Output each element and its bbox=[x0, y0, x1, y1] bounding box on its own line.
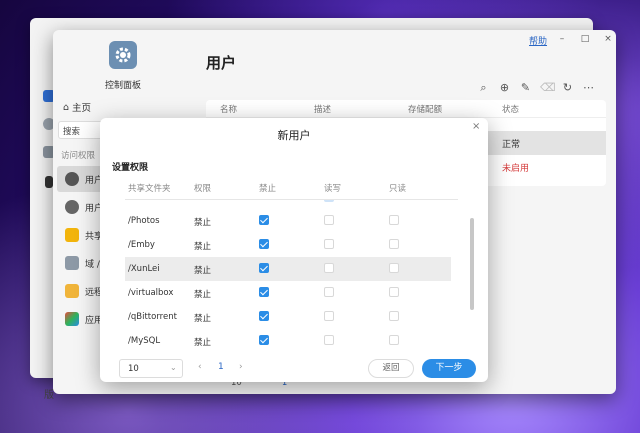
maximize-button[interactable]: □ bbox=[579, 33, 591, 45]
read-only-checkbox[interactable] bbox=[389, 215, 399, 225]
deny-checkbox[interactable] bbox=[259, 263, 269, 273]
read-only-checkbox[interactable] bbox=[389, 311, 399, 321]
table-row[interactable]: /Emby 禁止 bbox=[125, 233, 451, 257]
column-header: 权限 bbox=[194, 184, 212, 194]
home-icon: ⌂ bbox=[63, 101, 70, 113]
user-group-icon bbox=[65, 200, 79, 214]
sidebar-item-label: 域 / bbox=[85, 259, 100, 270]
help-link[interactable]: 帮助 bbox=[529, 34, 547, 47]
table-row[interactable]: /qBittorrent 禁止 bbox=[125, 305, 451, 329]
column-header: 读写 bbox=[324, 184, 342, 194]
user-icon bbox=[65, 172, 79, 186]
checkbox[interactable] bbox=[324, 200, 334, 202]
next-page-button[interactable]: › bbox=[239, 362, 243, 372]
column-header: 共享文件夹 bbox=[128, 184, 171, 194]
remote-folder-icon bbox=[65, 284, 79, 298]
column-header: 禁止 bbox=[259, 184, 277, 194]
read-write-checkbox[interactable] bbox=[324, 311, 334, 321]
permission-text: 禁止 bbox=[194, 218, 212, 228]
page-size-value: 10 bbox=[128, 364, 139, 374]
folder-name: /virtualbox bbox=[128, 288, 174, 298]
scrolled-row-peek bbox=[125, 200, 458, 204]
back-button[interactable]: 返回 bbox=[368, 359, 414, 378]
close-icon[interactable]: × bbox=[472, 121, 480, 132]
add-icon[interactable]: ⊕ bbox=[498, 81, 511, 94]
table-row[interactable]: /virtualbox 禁止 bbox=[125, 281, 451, 305]
read-only-checkbox[interactable] bbox=[389, 335, 399, 345]
app-label: 控制面板 bbox=[105, 81, 142, 91]
deny-checkbox[interactable] bbox=[259, 311, 269, 321]
permission-text: 禁止 bbox=[194, 266, 212, 276]
read-only-checkbox[interactable] bbox=[389, 287, 399, 297]
read-only-checkbox[interactable] bbox=[389, 263, 399, 273]
deny-checkbox[interactable] bbox=[259, 287, 269, 297]
sidebar-home-label: 主页 bbox=[72, 103, 92, 114]
domain-icon bbox=[65, 256, 79, 270]
read-write-checkbox[interactable] bbox=[324, 239, 334, 249]
permission-text: 禁止 bbox=[194, 290, 212, 300]
folder-name: /qBittorrent bbox=[128, 312, 177, 322]
folder-name: /MySQL bbox=[128, 336, 161, 346]
table-row[interactable]: /MySQL 禁止 bbox=[125, 329, 451, 352]
read-write-checkbox[interactable] bbox=[324, 263, 334, 273]
folder-name: /Photos bbox=[128, 216, 160, 226]
new-user-dialog: 新用户 × 设置权限 共享文件夹 权限 禁止 读写 只读 /Photos 禁止 … bbox=[100, 118, 488, 382]
status-text: 未启用 bbox=[502, 163, 530, 174]
current-page[interactable]: 1 bbox=[218, 362, 224, 372]
table-row[interactable]: /XunLei 禁止 bbox=[125, 257, 451, 281]
deny-checkbox[interactable] bbox=[259, 239, 269, 249]
folder-name: /Emby bbox=[128, 240, 155, 250]
app-icon[interactable] bbox=[45, 176, 53, 188]
more-icon[interactable]: ⋯ bbox=[582, 81, 595, 94]
read-write-checkbox[interactable] bbox=[324, 335, 334, 345]
chevron-down-icon: ⌄ bbox=[170, 363, 177, 372]
column-header[interactable]: 描述 bbox=[314, 103, 331, 115]
gear-icon bbox=[115, 47, 131, 63]
column-header[interactable]: 状态 bbox=[502, 103, 519, 115]
dialog-title: 新用户 bbox=[277, 129, 311, 142]
permission-text: 禁止 bbox=[194, 314, 212, 324]
status-text: 正常 bbox=[502, 139, 521, 150]
search-icon[interactable]: ⌕ bbox=[477, 81, 490, 94]
shared-folder-icon bbox=[65, 228, 79, 242]
sidebar-home[interactable]: ⌂ 主页 bbox=[63, 100, 92, 115]
scrollbar[interactable] bbox=[470, 218, 474, 310]
deny-checkbox[interactable] bbox=[259, 215, 269, 225]
column-header[interactable]: 名称 bbox=[220, 103, 237, 115]
deny-checkbox[interactable] bbox=[259, 335, 269, 345]
app-icon bbox=[65, 312, 79, 326]
permissions-list[interactable]: /Photos 禁止 /Emby 禁止 /XunLei 禁止 /virtualb… bbox=[125, 200, 458, 352]
dialog-footer: 10 ⌄ ‹ 1 › 返回 下一步 bbox=[100, 358, 488, 382]
read-write-checkbox[interactable] bbox=[324, 287, 334, 297]
permission-text: 禁止 bbox=[194, 242, 212, 252]
column-header: 只读 bbox=[389, 184, 407, 194]
section-title: 设置权限 bbox=[112, 163, 149, 173]
permission-text: 禁止 bbox=[194, 338, 212, 348]
page-title: 用户 bbox=[206, 54, 237, 72]
delete-icon[interactable]: ⌫ bbox=[540, 81, 556, 94]
table-header: 名称 描述 存储配额 状态 bbox=[206, 100, 606, 118]
permissions-header: 共享文件夹 权限 禁止 读写 只读 bbox=[125, 182, 458, 200]
column-header[interactable]: 存储配额 bbox=[408, 103, 442, 115]
minimize-button[interactable]: – bbox=[556, 33, 568, 45]
previous-page-button[interactable]: ‹ bbox=[198, 362, 202, 372]
edit-icon[interactable]: ✎ bbox=[519, 81, 532, 94]
close-button[interactable]: × bbox=[602, 33, 614, 45]
folder-name: /XunLei bbox=[128, 264, 160, 274]
read-only-checkbox[interactable] bbox=[389, 239, 399, 249]
next-step-button[interactable]: 下一步 bbox=[422, 359, 476, 378]
toolbar: ⌕ ⊕ ✎ ⌫ ↻ ⋯ bbox=[477, 81, 595, 94]
table-row[interactable]: /Photos 禁止 bbox=[125, 209, 451, 233]
read-write-checkbox[interactable] bbox=[324, 215, 334, 225]
refresh-icon[interactable]: ↻ bbox=[561, 81, 574, 94]
control-panel-icon bbox=[109, 41, 137, 69]
sidebar-section-label: 访问权限 bbox=[61, 151, 96, 161]
page-size-select[interactable]: 10 ⌄ bbox=[119, 359, 183, 378]
